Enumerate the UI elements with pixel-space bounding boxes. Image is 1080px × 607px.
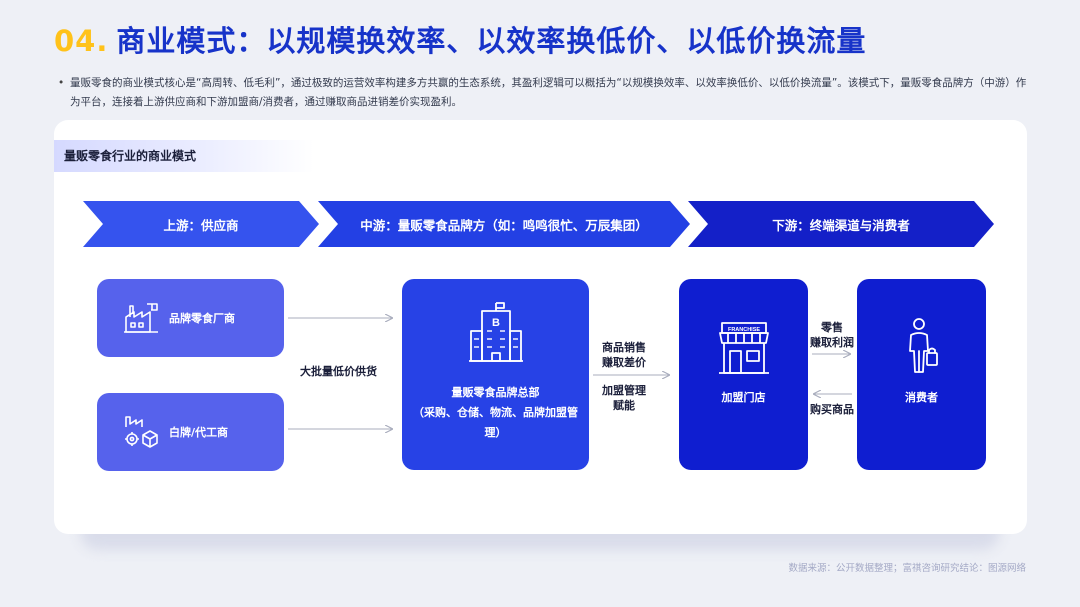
note-retail-line1: 零售 xyxy=(821,321,843,334)
node-brand-hq-title: 量贩零食品牌总部 xyxy=(451,386,540,399)
factory-icon xyxy=(124,303,158,333)
note-retail-line2: 赚取利润 xyxy=(810,336,854,349)
note-retail: 零售 赚取利润 xyxy=(810,320,854,350)
consumer-shopping-icon xyxy=(909,318,938,373)
hq-sign: B xyxy=(492,317,500,329)
node-consumer-label: 消费者 xyxy=(905,391,938,404)
node-brand-hq: B 量贩零食品牌总部 （采购、仓储、物流、品牌加盟管理） xyxy=(402,279,589,470)
source-note: 数据来源：公开数据整理；富祺咨询研究结论：图源网络 xyxy=(788,563,1026,574)
node-brand-hq-label: 量贩零食品牌总部 （采购、仓储、物流、品牌加盟管理） xyxy=(412,383,579,443)
note-sales-line1: 商品销售 xyxy=(602,341,646,354)
storefront-icon: FRANCHISE xyxy=(719,322,769,374)
node-white-label: 白牌/代工商 xyxy=(97,393,284,471)
note-sales-line2: 赚取差价 xyxy=(602,356,646,369)
note-purchase: 购买商品 xyxy=(810,403,854,416)
note-franchise: 加盟管理 赋能 xyxy=(602,383,646,413)
node-franchise-store: FRANCHISE 加盟门店 xyxy=(679,279,808,470)
note-franchise-line1: 加盟管理 xyxy=(602,384,646,397)
node-brand-hq-detail: （采购、仓储、物流、品牌加盟管理） xyxy=(413,406,578,439)
factory-gear-icon xyxy=(125,416,158,448)
node-white-label-label: 白牌/代工商 xyxy=(169,426,229,439)
note-sales: 商品销售 赚取差价 xyxy=(602,340,646,370)
node-brand-maker-label: 品牌零食厂商 xyxy=(169,312,235,325)
node-brand-maker: 品牌零食厂商 xyxy=(97,279,284,357)
store-sign: FRANCHISE xyxy=(728,327,760,333)
note-franchise-line2: 赋能 xyxy=(613,399,635,412)
node-franchise-store-label: 加盟门店 xyxy=(721,391,766,404)
node-consumer: 消费者 xyxy=(857,279,986,470)
note-supply: 大批量低价供货 xyxy=(300,365,377,378)
building-icon: B xyxy=(469,302,523,362)
